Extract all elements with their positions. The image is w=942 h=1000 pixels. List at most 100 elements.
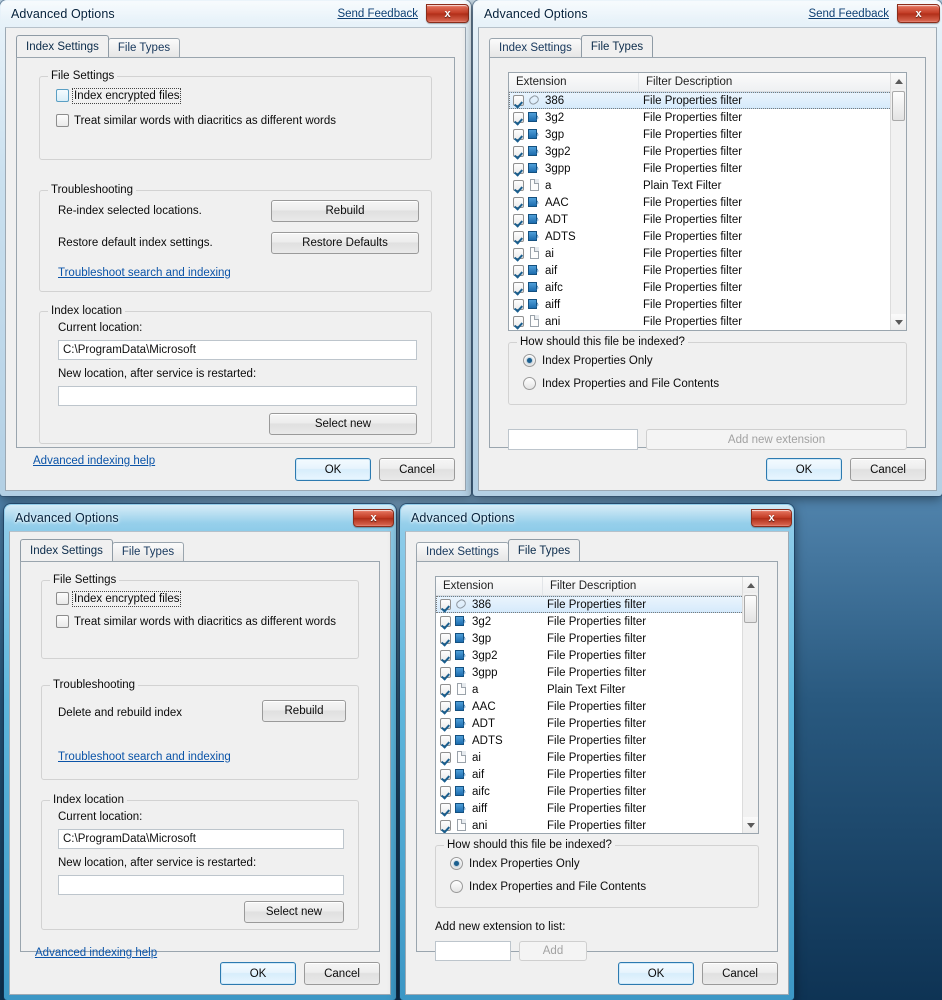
tab-strip[interactable]: Index Settings File Types (489, 35, 654, 57)
extension-cell[interactable]: ani (436, 819, 539, 832)
tab-index-settings[interactable]: Index Settings (20, 539, 113, 561)
checkbox-icon[interactable] (440, 803, 451, 814)
table-row[interactable]: ♪ aifc File Properties filter (509, 279, 906, 296)
table-row[interactable]: ♪ 3g2 File Properties filter (509, 109, 906, 126)
new-extension-input[interactable] (508, 429, 638, 450)
checkbox-icon[interactable] (513, 197, 524, 208)
checkbox-diacritics[interactable]: Treat similar words with diacritics as d… (56, 615, 336, 628)
cancel-button[interactable]: Cancel (850, 458, 926, 481)
extension-cell[interactable]: ♪ ADTS (509, 230, 635, 243)
extension-cell[interactable]: ♪ aif (436, 768, 539, 781)
checkbox-icon[interactable] (513, 265, 524, 276)
cancel-button[interactable]: Cancel (304, 962, 380, 985)
rebuild-button[interactable]: Rebuild (262, 700, 346, 722)
extension-cell[interactable]: ai (509, 247, 635, 260)
extension-cell[interactable]: ♪ 3gp2 (509, 145, 635, 158)
checkbox-diacritics[interactable]: Treat similar words with diacritics as d… (56, 114, 336, 127)
radio-index-properties-only[interactable]: Index Properties Only (523, 354, 653, 367)
column-header-extension[interactable]: Extension (436, 577, 543, 595)
extension-cell[interactable]: ♪ 3g2 (509, 111, 635, 124)
troubleshoot-search-link[interactable]: Troubleshoot search and indexing (58, 751, 231, 763)
rebuild-button[interactable]: Rebuild (271, 200, 419, 222)
table-row[interactable]: ani File Properties filter (509, 313, 906, 330)
tab-strip[interactable]: Index Settings File Types (416, 539, 581, 561)
checkbox-icon[interactable] (513, 180, 524, 191)
new-location-field[interactable] (58, 875, 344, 895)
current-location-field[interactable]: C:\ProgramData\Microsoft (58, 829, 344, 849)
table-row[interactable]: ♪ aif File Properties filter (509, 262, 906, 279)
select-new-button[interactable]: Select new (244, 901, 344, 923)
checkbox-icon[interactable] (513, 146, 524, 157)
extension-cell[interactable]: 386 (509, 93, 635, 107)
table-row[interactable]: ♪ ADTS File Properties filter (436, 732, 758, 749)
send-feedback-link[interactable]: Send Feedback (337, 8, 418, 20)
table-row[interactable]: ♪ ADT File Properties filter (436, 715, 758, 732)
checkbox-icon[interactable] (440, 599, 451, 610)
close-button[interactable]: x (751, 508, 792, 527)
extension-cell[interactable]: ♪ aiff (509, 298, 635, 311)
table-row[interactable]: 386 File Properties filter (509, 92, 906, 109)
tab-strip[interactable]: Index Settings File Types (16, 35, 181, 57)
table-row[interactable]: a Plain Text Filter (436, 681, 758, 698)
close-button[interactable]: x (897, 4, 940, 23)
checkbox-icon[interactable] (513, 299, 524, 310)
tab-file-types[interactable]: File Types (111, 542, 185, 561)
extension-cell[interactable]: a (509, 179, 635, 192)
listview-scrollbar[interactable] (890, 73, 906, 330)
ok-button[interactable]: OK (766, 458, 842, 481)
checkbox-icon[interactable] (440, 633, 451, 644)
file-types-listview[interactable]: Extension Filter Description 386 File Pro… (508, 72, 907, 331)
extension-cell[interactable]: ♪ AAC (509, 196, 635, 209)
extension-cell[interactable]: ♪ 3gp (509, 128, 635, 141)
new-location-field[interactable] (58, 386, 417, 406)
checkbox-icon[interactable] (440, 786, 451, 797)
extension-cell[interactable]: ♪ ADT (509, 213, 635, 226)
table-row[interactable]: ♪ aiff File Properties filter (509, 296, 906, 313)
table-row[interactable]: ♪ aiff File Properties filter (436, 800, 758, 817)
listview-scrollbar[interactable] (742, 577, 758, 833)
checkbox-icon[interactable] (513, 316, 524, 327)
table-row[interactable]: ♪ 3gpp File Properties filter (509, 160, 906, 177)
tab-index-settings[interactable]: Index Settings (489, 38, 582, 57)
checkbox-icon[interactable] (513, 231, 524, 242)
table-row[interactable]: ♪ aif File Properties filter (436, 766, 758, 783)
advanced-indexing-help-link[interactable]: Advanced indexing help (35, 947, 157, 959)
cancel-button[interactable]: Cancel (702, 962, 778, 985)
checkbox-icon[interactable] (440, 650, 451, 661)
title-bar[interactable]: Advanced Options Send Feedback x (0, 1, 471, 27)
checkbox-icon[interactable] (513, 129, 524, 140)
checkbox-icon[interactable] (440, 718, 451, 729)
new-extension-input[interactable] (435, 941, 511, 961)
checkbox-icon[interactable] (440, 701, 451, 712)
tab-strip[interactable]: Index Settings File Types (20, 539, 185, 561)
checkbox-icon[interactable] (440, 752, 451, 763)
table-row[interactable]: ai File Properties filter (436, 749, 758, 766)
troubleshoot-search-link[interactable]: Troubleshoot search and indexing (58, 267, 231, 279)
checkbox-icon[interactable] (513, 95, 524, 106)
close-button[interactable]: x (426, 4, 469, 23)
window-advanced-options-file-types[interactable]: Advanced Options Send Feedback x Index S… (473, 0, 942, 496)
extension-cell[interactable]: a (436, 683, 539, 696)
restore-defaults-button[interactable]: Restore Defaults (271, 232, 419, 254)
table-row[interactable]: ani File Properties filter (436, 817, 758, 833)
checkbox-icon[interactable] (440, 735, 451, 746)
scroll-down-button[interactable] (891, 314, 906, 330)
send-feedback-link[interactable]: Send Feedback (808, 8, 889, 20)
tab-index-settings[interactable]: Index Settings (16, 35, 109, 57)
extension-cell[interactable]: ♪ aif (509, 264, 635, 277)
radio-index-properties-only[interactable]: Index Properties Only (450, 857, 580, 870)
extension-cell[interactable]: 386 (436, 597, 539, 611)
current-location-field[interactable]: C:\ProgramData\Microsoft (58, 340, 417, 360)
ok-button[interactable]: OK (220, 962, 296, 985)
tab-file-types[interactable]: File Types (580, 35, 654, 57)
listview-body[interactable]: 386 File Properties filter ♪ 3g2 File Proper… (509, 92, 906, 330)
table-row[interactable]: ♪ 3gpp File Properties filter (436, 664, 758, 681)
tab-file-types[interactable]: File Types (107, 38, 181, 57)
add-button[interactable]: Add (519, 941, 587, 961)
column-header-filter-description[interactable]: Filter Description (543, 577, 758, 595)
table-row[interactable]: ♪ 3gp File Properties filter (436, 630, 758, 647)
checkbox-icon[interactable] (513, 282, 524, 293)
window-advanced-options-index-settings[interactable]: Advanced Options Send Feedback x Index S… (0, 0, 471, 496)
table-row[interactable]: ♪ 3gp2 File Properties filter (509, 143, 906, 160)
scrollbar-thumb[interactable] (892, 91, 905, 121)
